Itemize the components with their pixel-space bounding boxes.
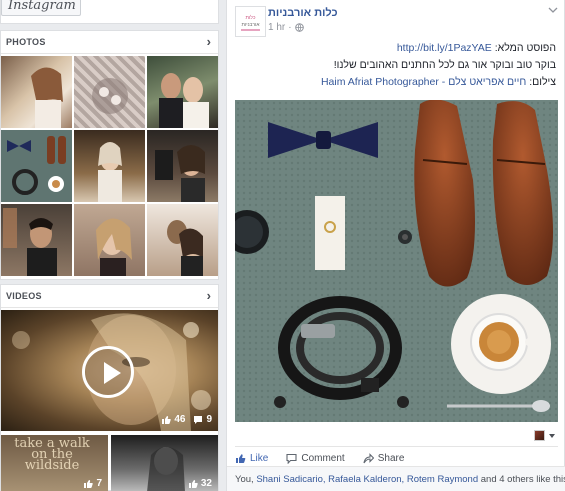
full-post-link[interactable]: http://bit.ly/1PazYAE [397,42,492,54]
photos-panel-header[interactable]: PHOTOS › [1,31,218,54]
comment-button[interactable]: Comment [286,453,345,464]
page-name-link[interactable]: כלות אורבניות [268,7,338,19]
post-options-caret-icon[interactable] [548,6,558,17]
liker-link[interactable]: Rafaela Kalderon, [328,474,404,485]
avatar [534,430,545,441]
post-actions: Like Comment Share [235,446,558,466]
thumbs-up-icon [236,454,246,463]
photo-thumbnail[interactable] [147,204,218,276]
photographer-link[interactable]: חיים אפריאט צלם - Haim Afriat Photograph… [321,76,526,88]
photo-thumbnail[interactable] [74,56,145,128]
video-stats: 7 [83,478,102,489]
caret-down-icon [549,433,555,438]
likes-count: 46 [161,414,185,425]
likes-summary: You, Shani Sadicario, Rafaela Kalderon, … [227,466,565,491]
post-photo[interactable] [235,100,558,422]
photo-thumbnail[interactable] [74,130,145,202]
photo-thumbnail[interactable] [147,130,218,202]
photos-title: PHOTOS [6,37,46,47]
photo-thumbnail[interactable] [1,204,72,276]
post-text-line-2: בוקר טוב ובוקר אור גם לכל החתנים האהובים… [333,59,556,71]
comments-count: 9 [193,414,212,425]
liker-link[interactable]: Rotem Raymond [407,474,478,485]
videos-panel: VIDEOS › 46 9 take a walk on the wildsid… [0,284,219,491]
video-thumbnail[interactable]: take a walk on the wildside 7 [1,435,108,491]
video-stats: 46 9 [161,414,212,425]
video-stats: 32 [188,478,212,489]
instagram-card: Instagram [0,0,219,24]
comment-icon [286,453,297,464]
photo-thumbnail[interactable] [1,130,72,202]
photo-thumbnail[interactable] [1,56,72,128]
page-avatar[interactable]: כלות אורבניות [235,6,266,37]
post-meta: 1 hr · [268,22,304,33]
post-text-line-1: הפוסט המלא: http://bit.ly/1PazYAE [396,42,556,54]
svg-text:כלות: כלות [246,14,256,21]
photos-panel: PHOTOS › [0,30,219,280]
others-like-text[interactable]: and 4 others like this. [481,474,565,485]
reaction-selector[interactable] [534,430,556,441]
videos-title: VIDEOS [6,291,42,301]
thumbs-up-icon [84,479,94,488]
video-thumbnail[interactable]: 32 [111,435,218,491]
thumbs-up-icon [188,479,198,488]
post-text-line-3: צילום: חיים אפריאט צלם - Haim Afriat Pho… [320,76,556,88]
like-button[interactable]: Like [235,453,268,464]
instagram-button[interactable]: Instagram [1,0,81,16]
post-timestamp[interactable]: 1 hr [268,22,285,33]
post-card: כלות אורבניות כלות אורבניות 1 hr · הפוסט … [226,0,565,491]
video-thumbnail-main[interactable]: 46 9 [1,310,218,431]
play-icon[interactable] [82,346,134,398]
thumbs-up-icon [162,415,172,424]
photo-thumbnail[interactable] [147,56,218,128]
chevron-right-icon[interactable]: › [207,288,211,303]
photo-thumbnail[interactable] [74,204,145,276]
liker-link[interactable]: Shani Sadicario, [256,474,325,485]
svg-text:אורבניות: אורבניות [242,22,261,28]
globe-icon [294,23,304,32]
videos-panel-header[interactable]: VIDEOS › [1,285,218,308]
share-button[interactable]: Share [363,453,404,464]
left-sidebar: Instagram PHOTOS › VIDEOS › 46 9 take a … [0,0,219,491]
video-caption: take a walk on the wildside [14,436,90,473]
comment-icon [194,415,203,424]
chevron-right-icon[interactable]: › [207,34,211,49]
share-icon [363,453,374,464]
